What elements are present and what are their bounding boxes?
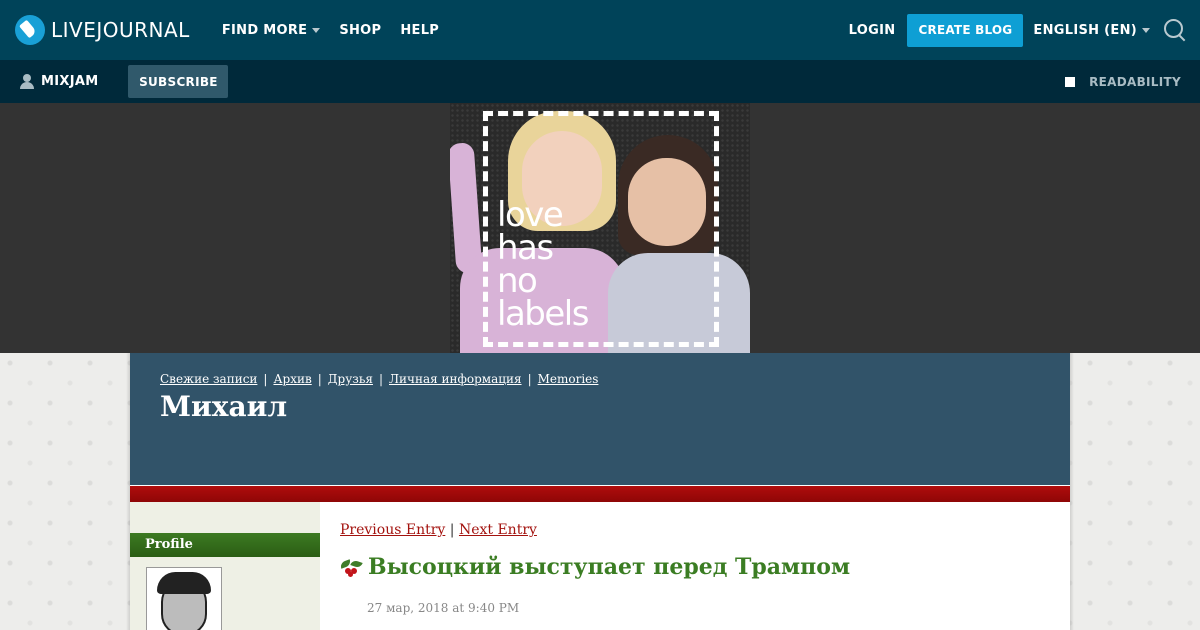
profile-heading: Profile [130, 533, 320, 557]
create-blog-button[interactable]: CREATE BLOG [907, 13, 1024, 47]
journal-header: Свежие записи | Архив | Друзья | Личная … [130, 353, 1070, 485]
entry-navigation: Previous Entry | Next Entry [340, 522, 537, 538]
journal-nav-profile[interactable]: Личная информация [389, 372, 522, 386]
readability-toggle[interactable]: READABILITY [1064, 74, 1181, 89]
previous-entry-link[interactable]: Previous Entry [340, 522, 445, 538]
login-link[interactable]: LOGIN [849, 23, 896, 38]
sidebar: Profile [130, 502, 320, 630]
holly-icon [339, 557, 363, 577]
logo-text: LIVEJOURNAL [51, 18, 190, 42]
journal-nav: Свежие записи | Архив | Друзья | Личная … [160, 372, 598, 386]
journal-action-bar: MIXJAM SUBSCRIBE READABILITY [0, 60, 1200, 103]
next-entry-link[interactable]: Next Entry [459, 522, 537, 538]
journal-user[interactable]: MIXJAM [20, 74, 98, 89]
nav-separator: | [527, 372, 532, 386]
layout-shadow [1070, 353, 1074, 630]
nav-separator: | [263, 372, 268, 386]
holly-berry [348, 572, 353, 577]
ad-slogan-line: labels [497, 294, 589, 334]
nav-separator: | [378, 372, 383, 386]
entry-title: Высоцкий выступает перед Трампом [339, 554, 850, 580]
journal-nav-archive[interactable]: Архив [273, 372, 311, 386]
avatar-hair [157, 572, 211, 594]
chevron-down-icon [1142, 27, 1150, 33]
readability-label: READABILITY [1089, 74, 1181, 89]
ad-banner-area: love has no labels [0, 103, 1200, 353]
subscribe-button[interactable]: SUBSCRIBE [128, 65, 229, 98]
nav-help[interactable]: HELP [400, 23, 439, 38]
language-selector[interactable]: ENGLISH (EN) [1033, 23, 1150, 38]
nav-help-label: HELP [400, 22, 440, 38]
journal-nav-recent[interactable]: Свежие записи [160, 372, 257, 386]
nav-separator: | [317, 372, 322, 386]
nav-find-more-label: FIND MORE [221, 22, 308, 38]
entry-nav-separator: | [449, 522, 455, 538]
avatar[interactable] [146, 567, 222, 630]
journal-nav-memories[interactable]: Memories [538, 372, 599, 386]
journal-title[interactable]: Михаил [160, 390, 287, 423]
ad-slogan: love has no labels [497, 198, 637, 334]
search-icon[interactable] [1164, 19, 1186, 41]
ad-image[interactable]: love has no labels [450, 103, 750, 353]
username: MIXJAM [41, 74, 99, 89]
chevron-down-icon [312, 27, 321, 33]
journal-nav-friends[interactable]: Друзья [328, 372, 373, 386]
entry-title-text[interactable]: Высоцкий выступает перед Трампом [368, 554, 850, 580]
entry-date: 27 мар, 2018 at 9:40 PM [367, 601, 520, 615]
top-navigation-bar: LIVEJOURNAL FIND MORE SHOP HELP LOGIN CR… [0, 0, 1200, 60]
main-nav: FIND MORE SHOP HELP [222, 23, 458, 38]
livejournal-logo[interactable]: LIVEJOURNAL [15, 15, 190, 45]
nav-shop-label: SHOP [339, 22, 382, 38]
top-right-actions: LOGIN CREATE BLOG ENGLISH (EN) [849, 13, 1200, 47]
readability-icon [1064, 75, 1077, 88]
nav-shop[interactable]: SHOP [339, 23, 381, 38]
nav-find-more[interactable]: FIND MORE [222, 23, 321, 38]
header-divider [130, 485, 1070, 502]
language-label: ENGLISH (EN) [1033, 22, 1137, 38]
user-icon [20, 74, 34, 89]
livejournal-logo-icon [15, 15, 45, 45]
entry-content: Previous Entry | Next Entry Высоцкий выс… [320, 502, 1070, 630]
